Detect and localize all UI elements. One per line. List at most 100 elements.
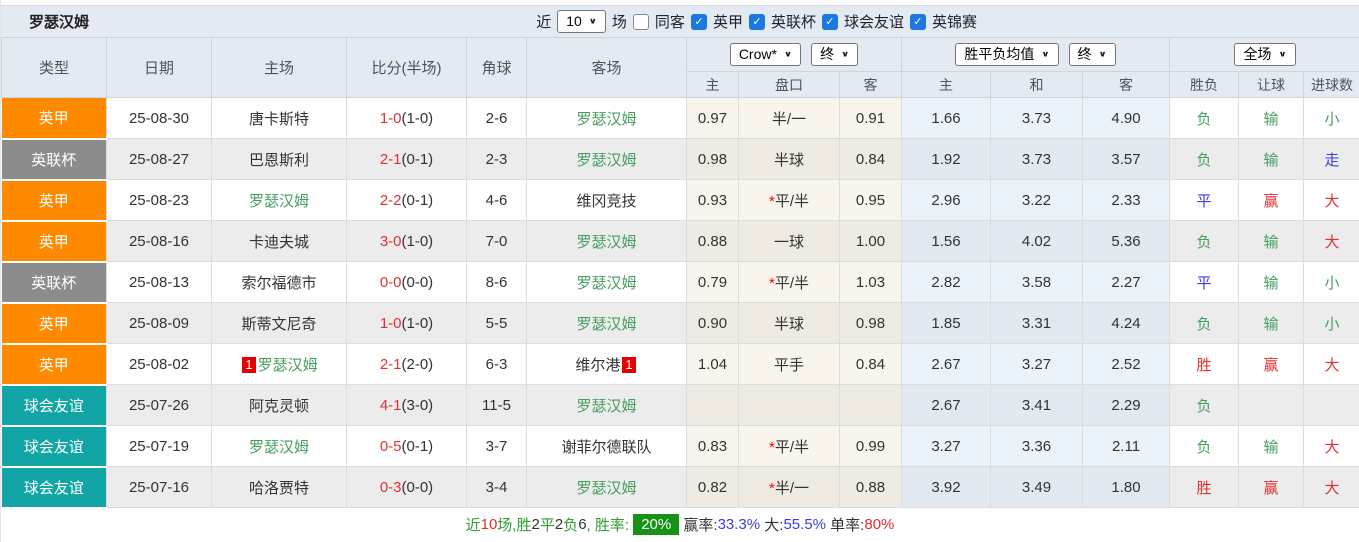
asian-handicap: 一球 [738, 220, 840, 262]
away-team-name: 罗瑟汉姆 [576, 397, 637, 415]
asian-home-odds: 0.90 [686, 302, 739, 344]
asian-away-odds: 0.84 [839, 343, 902, 385]
summary-segment: 55.5% [783, 515, 827, 533]
score-cell: 2-1(2-0) [346, 343, 467, 385]
corner-score: 2-3 [466, 138, 527, 180]
home-team-name: 罗瑟汉姆 [248, 438, 309, 456]
fulltime-score: 3-0 [379, 232, 402, 250]
result-cell: 负 [1169, 138, 1239, 180]
league-filter-checkbox-4[interactable] [909, 13, 926, 30]
asian-time-select[interactable]: 终 ∨ [811, 43, 859, 66]
asian-away-odds: 0.99 [839, 425, 902, 467]
match-date: 25-07-16 [106, 466, 212, 508]
same-opponent-checkbox[interactable] [632, 13, 649, 30]
away-team-name: 维尔港 [575, 356, 621, 374]
top-bar: 罗瑟汉姆 近 10 ∨ 场 同客 英甲 英联杯 球会友谊 英锦赛 [1, 5, 1359, 37]
col-header-away: 客场 [526, 37, 687, 98]
asian-away-odds: 0.91 [839, 97, 902, 139]
recent-count-select[interactable]: 10 ∨ [557, 10, 606, 33]
league-filter-label-2: 英联杯 [770, 14, 816, 31]
league-filter-checkbox-1[interactable] [690, 13, 707, 30]
home-team-cell: 斯蒂文尼奇 [211, 302, 347, 344]
chevron-down-icon: ∨ [841, 50, 850, 59]
asian-company-select[interactable]: Crow* ∨ [729, 43, 802, 66]
asian-away-odds: 1.03 [839, 261, 902, 303]
match-date: 25-08-27 [106, 138, 212, 180]
matches-label: 场 [611, 14, 627, 31]
home-team-cell: 1 罗瑟汉姆 [211, 343, 347, 385]
fulltime-score: 0-0 [379, 273, 402, 291]
table-row: 球会友谊 25-07-19 罗瑟汉姆 0-5(0-1) 3-7 谢菲尔德联队 0… [1, 425, 1359, 468]
subheader-handicap: 盘口 [738, 71, 840, 98]
league-filter-label-1: 英甲 [712, 14, 743, 31]
halftime-score: (2-0) [401, 355, 434, 373]
match-date: 25-08-09 [106, 302, 212, 344]
league-filter-checkbox-2[interactable] [748, 13, 765, 30]
handicap-result-cell: 赢 [1238, 466, 1304, 508]
euro-home-odds: 1.66 [901, 97, 991, 139]
euro-away-odds: 1.80 [1082, 466, 1170, 508]
score-cell: 4-1(3-0) [346, 384, 467, 426]
asian-handicap: *平/半 [738, 425, 840, 467]
subheader-euro-home: 主 [901, 71, 991, 98]
fulltime-score: 1-0 [379, 109, 402, 127]
euro-time-select[interactable]: 终 ∨ [1068, 43, 1116, 66]
goals-result-cell [1302, 384, 1359, 426]
away-team-name: 罗瑟汉姆 [576, 479, 637, 497]
league-type-badge: 英甲 [1, 220, 107, 263]
home-team-cell: 哈洛贾特 [211, 466, 347, 508]
summary-segment: 赢率: [679, 516, 718, 534]
home-team-cell: 阿克灵顿 [211, 384, 347, 426]
table-row: 英联杯 25-08-27 巴恩斯利 2-1(0-1) 2-3 罗瑟汉姆 0.98… [1, 138, 1359, 181]
goals-result-cell: 大 [1302, 425, 1359, 467]
scope-select[interactable]: 全场 ∨ [1234, 43, 1296, 66]
league-filter-label-4: 英锦赛 [931, 14, 977, 31]
score-cell: 1-0(1-0) [346, 302, 467, 344]
summary-segment: 平 [539, 516, 555, 534]
home-team-name: 巴恩斯利 [248, 151, 309, 169]
table-row: 球会友谊 25-07-26 阿克灵顿 4-1(3-0) 11-5 罗瑟汉姆 2.… [1, 384, 1359, 427]
away-team-cell: 维尔港 1 [526, 343, 687, 385]
euro-home-odds: 1.85 [901, 302, 991, 344]
win-rate-badge: 20% [633, 513, 680, 535]
euro-time-value: 终 [1077, 46, 1092, 62]
halftime-score: (1-0) [401, 314, 434, 332]
handicap-result-cell [1238, 384, 1304, 426]
match-date: 25-08-16 [106, 220, 212, 262]
euro-draw-odds: 3.41 [990, 384, 1083, 426]
col-header-score: 比分(半场) [346, 37, 467, 98]
asian-home-odds: 0.98 [686, 138, 739, 180]
result-cell: 胜 [1169, 343, 1239, 385]
asian-handicap: 平手 [738, 343, 840, 385]
away-team-cell: 罗瑟汉姆 [526, 138, 687, 180]
away-team-name: 维冈竞技 [576, 192, 637, 210]
asian-home-odds: 1.04 [686, 343, 739, 385]
asian-company-value: Crow* [738, 46, 777, 62]
red-card-badge: 1 [622, 356, 636, 373]
corner-score: 3-4 [466, 466, 527, 508]
handicap-text: 半/一 [774, 479, 809, 497]
goals-result-cell: 大 [1302, 179, 1359, 221]
match-history-table: 类型 日期 主场 比分(半场) 角球 客场 Crow* ∨ 终 ∨ 胜平负均值 ∨ 终… [1, 37, 1359, 509]
subheader-euro-away: 客 [1082, 71, 1170, 98]
away-team-name: 罗瑟汉姆 [576, 151, 637, 169]
summary-segment: 负 [563, 516, 579, 534]
euro-home-odds: 3.27 [901, 425, 991, 467]
league-filter-checkbox-3[interactable] [821, 13, 838, 30]
league-type-badge: 球会友谊 [1, 425, 107, 468]
euro-draw-odds: 4.02 [990, 220, 1083, 262]
league-type-badge: 英甲 [1, 343, 107, 386]
result-cell: 负 [1169, 220, 1239, 262]
corner-score: 2-6 [466, 97, 527, 139]
asian-time-value: 终 [820, 46, 835, 62]
goals-result-cell: 大 [1302, 466, 1359, 508]
euro-odds-type-select[interactable]: 胜平负均值 ∨ [955, 43, 1059, 66]
subheader-asian-away: 客 [839, 71, 902, 98]
summary-segment: 大: [760, 516, 784, 534]
match-date: 25-07-19 [106, 425, 212, 467]
red-card-badge: 1 [242, 356, 256, 373]
asian-away-odds [839, 384, 902, 426]
table-row: 英甲 25-08-09 斯蒂文尼奇 1-0(1-0) 5-5 罗瑟汉姆 0.90… [1, 302, 1359, 345]
halftime-score: (0-0) [401, 478, 434, 496]
home-team-name: 阿克灵顿 [248, 397, 309, 415]
